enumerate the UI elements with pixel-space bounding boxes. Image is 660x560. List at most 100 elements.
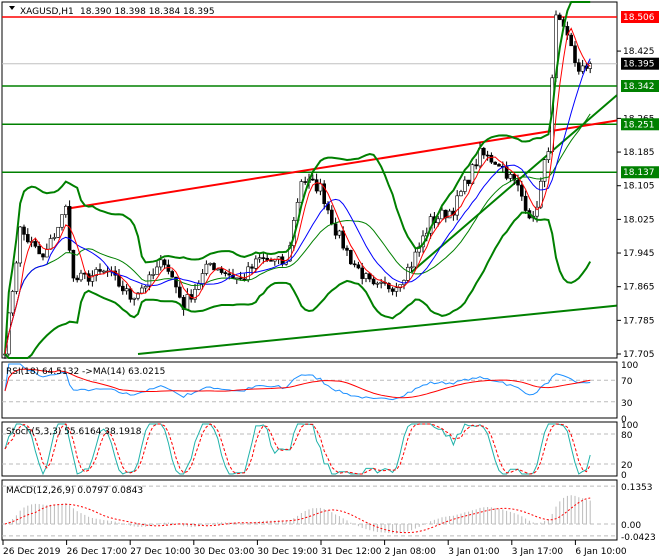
candle <box>573 45 577 63</box>
candle <box>143 286 148 289</box>
candle <box>481 147 486 156</box>
candle <box>178 286 182 298</box>
price-tick-label: 18.105 <box>623 182 655 192</box>
candle <box>356 264 361 269</box>
candle <box>128 288 133 300</box>
candle <box>56 226 61 238</box>
candle <box>576 62 581 72</box>
candle <box>204 263 209 274</box>
chart-canvas[interactable]: 10070300100802000.13530.00-0.0423 18.425… <box>0 0 660 560</box>
price-level-label: 18.395 <box>623 60 655 70</box>
candle <box>242 278 247 281</box>
candle <box>557 14 562 20</box>
candle <box>261 257 266 259</box>
moving-average-fast <box>4 27 591 355</box>
candle <box>185 294 190 310</box>
time-tick-label: 27 Dec 10:00 <box>130 547 191 557</box>
candle <box>246 266 250 280</box>
candle <box>337 230 342 236</box>
candle <box>121 285 125 292</box>
candle <box>25 234 30 243</box>
candle <box>235 277 239 280</box>
candle <box>64 206 68 215</box>
candle <box>360 267 365 279</box>
price-tick-label: 18.425 <box>623 47 655 57</box>
candle <box>10 291 15 314</box>
candle <box>375 282 380 285</box>
candle <box>546 151 551 161</box>
candle <box>371 278 376 285</box>
chart-title: XAGUSD,H1 <box>20 7 74 17</box>
candle <box>462 179 467 192</box>
bollinger-upper <box>4 1 591 355</box>
candle <box>485 154 490 157</box>
candle <box>394 287 399 292</box>
candle <box>329 209 334 225</box>
candle <box>140 287 144 294</box>
time-tick-label: 3 Jan 17:00 <box>512 547 564 557</box>
candle <box>405 267 410 281</box>
candle <box>227 273 231 276</box>
price-level-label: 18.251 <box>623 120 655 130</box>
candle <box>436 218 441 224</box>
candle <box>254 258 258 269</box>
candle <box>212 263 216 271</box>
indicator-level-label: 70 <box>621 377 633 387</box>
indicator-level-label: 30 <box>621 399 633 409</box>
indicator-level-label: 80 <box>621 431 633 441</box>
candle <box>162 259 167 266</box>
candle <box>390 288 395 292</box>
candle <box>98 269 102 272</box>
time-tick-label: 30 Dec 19:00 <box>257 547 318 557</box>
candle <box>223 272 228 274</box>
time-tick-label: 2 Jan 08:00 <box>385 547 437 557</box>
candle <box>569 34 574 47</box>
candle <box>493 161 498 165</box>
candle <box>466 179 471 184</box>
candle <box>238 277 243 280</box>
candle <box>257 257 262 260</box>
candle <box>314 179 319 192</box>
ohlc-values: 18.390 18.398 18.384 18.395 <box>80 7 215 17</box>
candle <box>523 195 528 211</box>
candle <box>250 266 254 269</box>
price-panel[interactable] <box>2 1 618 359</box>
time-tick-label: 6 Jan 10:00 <box>575 547 627 557</box>
candle <box>341 230 346 249</box>
indicator-level-label: 0 <box>621 471 627 481</box>
candle <box>379 281 384 284</box>
price-tick-label: 17.785 <box>623 316 655 326</box>
indicator-level-label: 100 <box>621 361 638 371</box>
price-tick-label: 18.025 <box>623 215 655 225</box>
time-tick-label: 30 Dec 03:00 <box>194 547 255 557</box>
indicator-level-label: 20 <box>621 461 633 471</box>
time-tick-label: 26 Dec 2019 <box>3 547 61 557</box>
candle <box>22 226 26 235</box>
candle <box>310 178 315 181</box>
candle <box>18 226 23 264</box>
candle <box>333 223 338 236</box>
candle <box>102 270 106 273</box>
price-tick-label: 17.865 <box>623 283 655 293</box>
rsi-label: RSI(18) 64.5132 ->MA(14) 63.0215 <box>6 367 165 377</box>
candle <box>303 181 308 183</box>
time-tick-label: 26 Dec 17:00 <box>67 547 128 557</box>
candle <box>37 246 42 255</box>
price-tick-label: 17.945 <box>623 249 655 259</box>
candle <box>48 238 53 250</box>
candle <box>208 263 212 265</box>
candle <box>33 241 38 247</box>
dropdown-triangle-icon <box>9 6 15 10</box>
stoch-label: Stoch(5,3,3) 55.6164 38.1918 <box>6 427 142 437</box>
time-tick-label: 3 Jan 01:00 <box>448 547 500 557</box>
candle <box>348 250 353 265</box>
trendline <box>137 304 617 355</box>
candle <box>474 164 479 167</box>
indicator-level-label: 0.1353 <box>621 483 653 493</box>
macd-label: MACD(12,26,9) 0.0797 0.0843 <box>6 486 143 496</box>
indicator-level-label: 100 <box>621 421 638 431</box>
price-tick-label: 17.705 <box>623 350 655 360</box>
candle <box>345 247 349 251</box>
trading-chart[interactable]: 100 70 30 0 100 80 20 0 0.1353 0.00 -0.0423 18.425… <box>0 0 660 560</box>
candle <box>117 274 121 287</box>
